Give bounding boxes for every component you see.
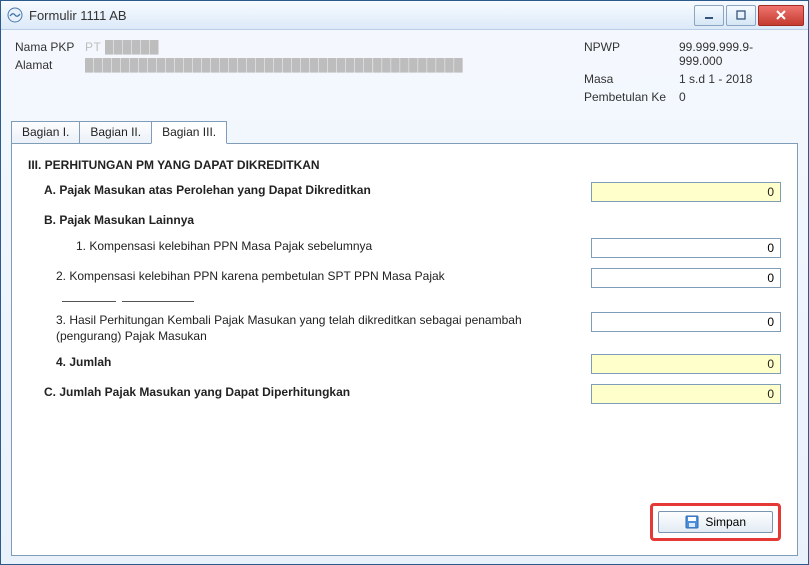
row-b3-label: 3. Hasil Perhitungan Kembali Pajak Masuk… — [28, 312, 581, 344]
row-b2-label-text: 2. Kompensasi kelebihan PPN karena pembe… — [56, 269, 445, 283]
maximize-button[interactable] — [726, 5, 756, 26]
row-b3-input[interactable] — [591, 312, 781, 332]
app-icon — [7, 7, 23, 23]
row-b2-period-input-1[interactable] — [62, 284, 116, 302]
app-window: Formulir 1111 AB Nama PKP PT ██████ Alam… — [0, 0, 809, 565]
nama-pkp-value: PT ██████ — [85, 40, 584, 54]
minimize-button[interactable] — [694, 5, 724, 26]
row-b2-label: 2. Kompensasi kelebihan PPN karena pembe… — [28, 268, 581, 302]
row-b4-value: 0 — [591, 354, 781, 374]
row-c-value: 0 — [591, 384, 781, 404]
header-right: NPWP 99.999.999.9-999.000 Masa 1 s.d 1 -… — [584, 40, 794, 108]
npwp-label: NPWP — [584, 40, 679, 68]
header-left: Nama PKP PT ██████ Alamat ██████████████… — [15, 40, 584, 108]
tab-strip: Bagian I. Bagian II. Bagian III. — [11, 121, 808, 144]
row-b1-label: 1. Kompensasi kelebihan PPN Masa Pajak s… — [28, 238, 581, 254]
close-button[interactable] — [758, 5, 804, 26]
save-area: Simpan — [650, 503, 781, 541]
section-title: III. PERHITUNGAN PM YANG DAPAT DIKREDITK… — [28, 158, 781, 172]
content-panel: III. PERHITUNGAN PM YANG DAPAT DIKREDITK… — [11, 143, 798, 556]
masa-label: Masa — [584, 72, 679, 86]
save-icon — [685, 515, 699, 529]
row-a-label: A. Pajak Masukan atas Perolehan yang Dap… — [28, 182, 581, 198]
masa-value: 1 s.d 1 - 2018 — [679, 72, 794, 86]
npwp-value: 99.999.999.9-999.000 — [679, 40, 794, 68]
header-area: Nama PKP PT ██████ Alamat ██████████████… — [1, 30, 808, 114]
row-b2-input[interactable] — [591, 268, 781, 288]
save-button-label: Simpan — [705, 515, 746, 529]
row-a-value: 0 — [591, 182, 781, 202]
alamat-value: ████████████████████████████████████████… — [85, 58, 584, 72]
row-b1-input[interactable] — [591, 238, 781, 258]
nama-pkp-label: Nama PKP — [15, 40, 85, 54]
alamat-label: Alamat — [15, 58, 85, 72]
titlebar: Formulir 1111 AB — [1, 1, 808, 30]
pembetulan-value: 0 — [679, 90, 794, 104]
save-button[interactable]: Simpan — [658, 511, 773, 533]
window-title: Formulir 1111 AB — [29, 8, 692, 23]
tab-bagian-1[interactable]: Bagian I. — [11, 121, 80, 144]
row-c-label: C. Jumlah Pajak Masukan yang Dapat Diper… — [28, 384, 581, 400]
pembetulan-label: Pembetulan Ke — [584, 90, 679, 104]
save-highlight: Simpan — [650, 503, 781, 541]
tab-bagian-2[interactable]: Bagian II. — [79, 121, 152, 144]
row-b2-period-input-2[interactable] — [122, 284, 194, 302]
row-b4-label: 4. Jumlah — [28, 354, 581, 370]
row-b-label: B. Pajak Masukan Lainnya — [28, 212, 581, 228]
tab-bagian-3[interactable]: Bagian III. — [151, 121, 227, 144]
